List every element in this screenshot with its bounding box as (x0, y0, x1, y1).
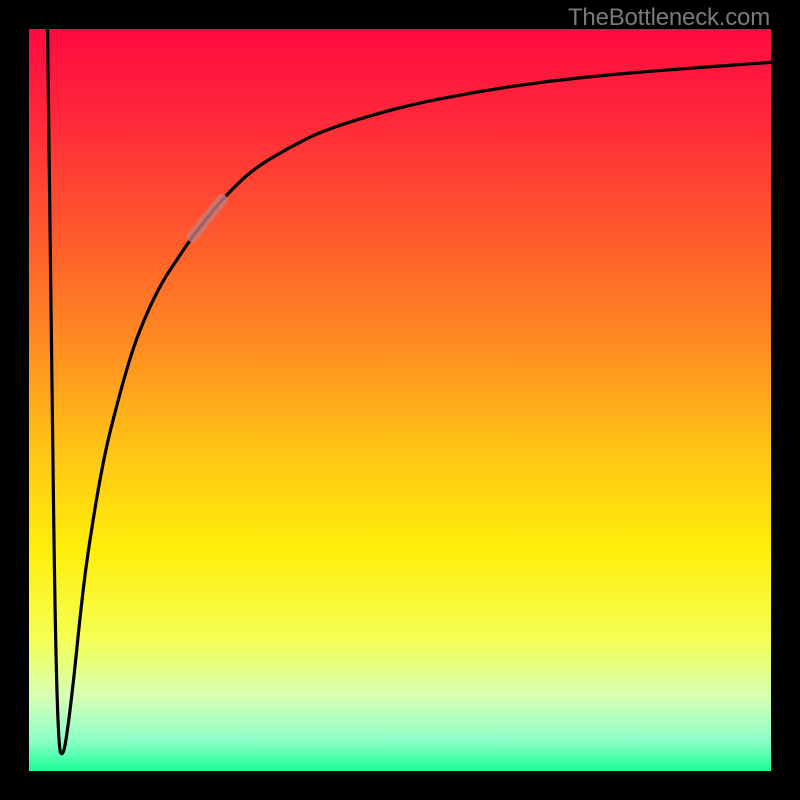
watermark-text: TheBottleneck.com (568, 4, 770, 32)
chart-frame: TheBottleneck.com (0, 0, 800, 800)
plot-area (29, 29, 771, 771)
chart-svg (29, 29, 771, 771)
gradient-background (29, 29, 771, 771)
